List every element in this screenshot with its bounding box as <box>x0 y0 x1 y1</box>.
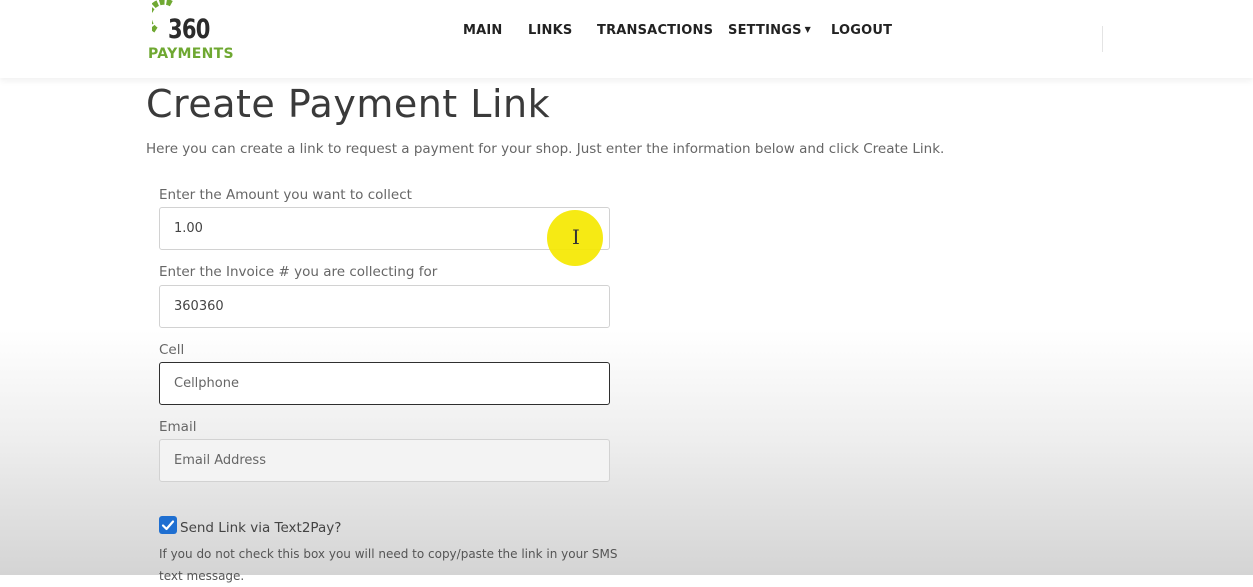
brand-logo[interactable]: 360 PAYMENTS <box>146 0 236 66</box>
text-cursor-icon: I <box>572 225 580 249</box>
nav-logout[interactable]: LOGOUT <box>831 23 892 38</box>
invoice-input[interactable] <box>159 285 610 328</box>
page-intro: Here you can create a link to request a … <box>146 141 945 157</box>
text2pay-checkbox[interactable] <box>159 516 177 534</box>
nav-transactions[interactable]: TRANSACTIONS <box>597 23 713 38</box>
text2pay-label: Send Link via Text2Pay? <box>180 520 342 536</box>
amount-input[interactable] <box>159 207 610 250</box>
cell-label: Cell <box>159 342 185 358</box>
email-input[interactable] <box>159 439 610 482</box>
cellphone-input[interactable] <box>159 362 610 405</box>
amount-label: Enter the Amount you want to collect <box>159 187 412 203</box>
nav-links[interactable]: LINKS <box>528 23 572 38</box>
top-navbar: 360 PAYMENTS MAIN LINKS TRANSACTIONS SET… <box>0 0 1253 78</box>
nav-main[interactable]: MAIN <box>463 23 503 38</box>
nav-settings-dropdown[interactable]: SETTINGS ▼ <box>728 23 811 38</box>
checkmark-icon <box>161 520 175 531</box>
email-label: Email <box>159 419 197 435</box>
logo-wordmark: PAYMENTS <box>148 46 234 62</box>
logo-number: 360 <box>168 14 210 45</box>
caret-down-icon: ▼ <box>804 25 811 34</box>
invoice-label: Enter the Invoice # you are collecting f… <box>159 264 438 280</box>
page-title: Create Payment Link <box>146 82 551 126</box>
text2pay-hint: If you do not check this box you will ne… <box>159 547 618 583</box>
nav-settings-label: SETTINGS <box>728 23 802 38</box>
nav-divider <box>1102 26 1103 52</box>
